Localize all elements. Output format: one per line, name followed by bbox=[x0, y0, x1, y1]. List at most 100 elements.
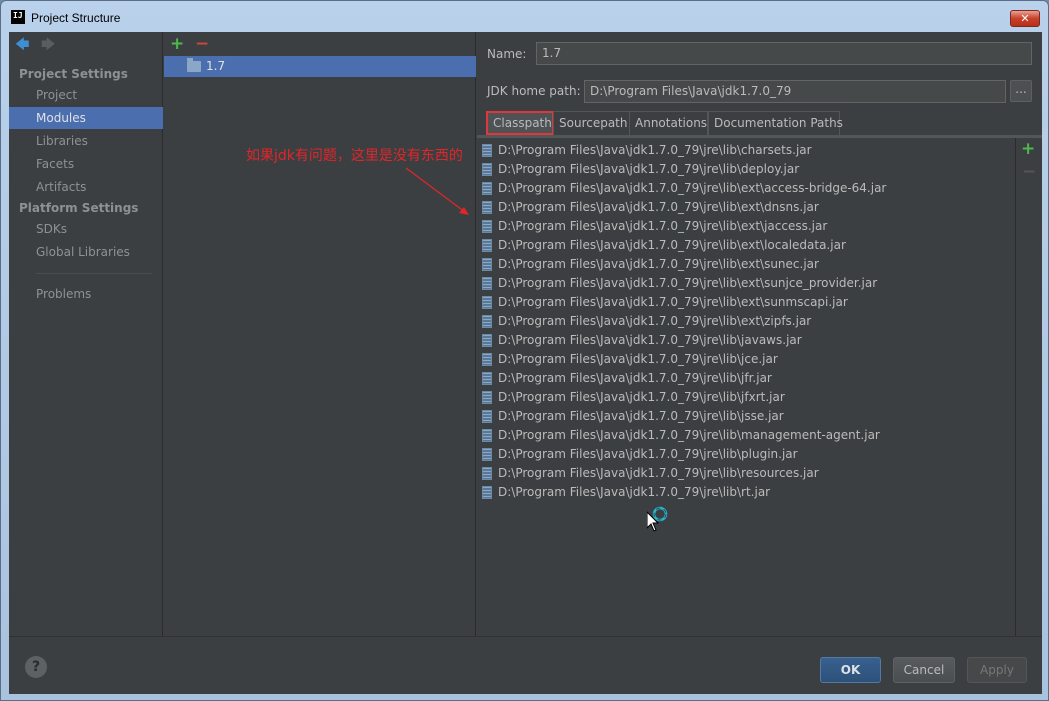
sidebar-item-project[interactable]: Project bbox=[9, 84, 163, 106]
platform-settings-heading: Platform Settings bbox=[19, 201, 139, 215]
close-button[interactable]: ✕ bbox=[1010, 10, 1040, 27]
jar-file-icon bbox=[482, 372, 492, 385]
jar-file-icon bbox=[482, 334, 492, 347]
jar-file-icon bbox=[482, 258, 492, 271]
jar-file-icon bbox=[482, 201, 492, 214]
tab-classpath[interactable]: Classpath bbox=[486, 111, 554, 135]
remove-classpath-icon[interactable]: − bbox=[1022, 162, 1036, 182]
tree-item-label: 1.7 bbox=[206, 59, 226, 73]
classpath-row[interactable]: D:\Program Files\Java\jdk1.7.0_79\jre\li… bbox=[477, 407, 1016, 426]
classpath-row[interactable]: D:\Program Files\Java\jdk1.7.0_79\jre\li… bbox=[477, 236, 1016, 255]
classpath-entry-label: D:\Program Files\Java\jdk1.7.0_79\jre\li… bbox=[498, 428, 880, 442]
classpath-row[interactable]: D:\Program Files\Java\jdk1.7.0_79\jre\li… bbox=[477, 198, 1016, 217]
name-field[interactable]: 1.7 bbox=[536, 42, 1032, 65]
jdk-home-label: JDK home path: bbox=[487, 84, 581, 98]
classpath-row[interactable]: D:\Program Files\Java\jdk1.7.0_79\jre\li… bbox=[477, 179, 1016, 198]
tree-item-jdk[interactable]: 1.7 bbox=[164, 56, 476, 77]
classpath-entry-label: D:\Program Files\Java\jdk1.7.0_79\jre\li… bbox=[498, 238, 846, 252]
classpath-row[interactable]: D:\Program Files\Java\jdk1.7.0_79\jre\li… bbox=[477, 217, 1016, 236]
dialog-footer: ? OK Cancel Apply bbox=[9, 636, 1042, 694]
classpath-entry-label: D:\Program Files\Java\jdk1.7.0_79\jre\li… bbox=[498, 314, 812, 328]
folder-icon bbox=[187, 58, 201, 72]
classpath-row[interactable]: D:\Program Files\Java\jdk1.7.0_79\jre\li… bbox=[477, 350, 1016, 369]
jdk-home-field[interactable]: D:\Program Files\Java\jdk1.7.0_79 bbox=[584, 80, 1006, 103]
classpath-row[interactable]: D:\Program Files\Java\jdk1.7.0_79\jre\li… bbox=[477, 160, 1016, 179]
jar-file-icon bbox=[482, 429, 492, 442]
ok-button[interactable]: OK bbox=[820, 657, 881, 683]
classpath-entry-label: D:\Program Files\Java\jdk1.7.0_79\jre\li… bbox=[498, 371, 772, 385]
jar-file-icon bbox=[482, 182, 492, 195]
jar-file-icon bbox=[482, 296, 492, 309]
jar-file-icon bbox=[482, 467, 492, 480]
classpath-row[interactable]: D:\Program Files\Java\jdk1.7.0_79\jre\li… bbox=[477, 293, 1016, 312]
classpath-entry-label: D:\Program Files\Java\jdk1.7.0_79\jre\li… bbox=[498, 219, 828, 233]
sidebar-item-problems[interactable]: Problems bbox=[9, 283, 163, 305]
classpath-entry-label: D:\Program Files\Java\jdk1.7.0_79\jre\li… bbox=[498, 295, 848, 309]
classpath-row[interactable]: D:\Program Files\Java\jdk1.7.0_79\jre\li… bbox=[477, 426, 1016, 445]
classpath-entry-label: D:\Program Files\Java\jdk1.7.0_79\jre\li… bbox=[498, 352, 778, 366]
classpath-entry-label: D:\Program Files\Java\jdk1.7.0_79\jre\li… bbox=[498, 390, 785, 404]
help-button[interactable]: ? bbox=[25, 656, 47, 678]
classpath-entry-label: D:\Program Files\Java\jdk1.7.0_79\jre\li… bbox=[498, 257, 819, 271]
busy-cursor-icon bbox=[647, 506, 668, 532]
tab-sourcepath[interactable]: Sourcepath bbox=[553, 111, 630, 135]
jar-file-icon bbox=[482, 391, 492, 404]
jar-file-icon bbox=[482, 239, 492, 252]
project-structure-window: IJ Project Structure ✕ 🡄 🡆 Project Setti… bbox=[0, 0, 1049, 701]
sidebar-item-modules[interactable]: Modules bbox=[9, 107, 163, 129]
jar-file-icon bbox=[482, 163, 492, 176]
jar-file-icon bbox=[482, 448, 492, 461]
jar-file-icon bbox=[482, 277, 492, 290]
classpath-row[interactable]: D:\Program Files\Java\jdk1.7.0_79\jre\li… bbox=[477, 445, 1016, 464]
forward-arrow-icon[interactable]: 🡆 bbox=[41, 38, 55, 52]
jar-file-icon bbox=[482, 410, 492, 423]
jar-file-icon bbox=[482, 353, 492, 366]
sidebar-item-facets[interactable]: Facets bbox=[9, 153, 163, 175]
add-sdk-icon[interactable]: + bbox=[170, 34, 184, 54]
sidebar-item-artifacts[interactable]: Artifacts bbox=[9, 176, 163, 198]
back-arrow-icon[interactable]: 🡄 bbox=[15, 38, 29, 52]
classpath-entry-label: D:\Program Files\Java\jdk1.7.0_79\jre\li… bbox=[498, 447, 798, 461]
window-title: Project Structure bbox=[31, 11, 121, 25]
classpath-row[interactable]: D:\Program Files\Java\jdk1.7.0_79\jre\li… bbox=[477, 255, 1016, 274]
classpath-row[interactable]: D:\Program Files\Java\jdk1.7.0_79\jre\li… bbox=[477, 369, 1016, 388]
sdk-detail-panel: Name: 1.7 JDK home path: D:\Program File… bbox=[477, 32, 1042, 636]
classpath-row[interactable]: D:\Program Files\Java\jdk1.7.0_79\jre\li… bbox=[477, 388, 1016, 407]
project-settings-heading: Project Settings bbox=[19, 67, 128, 81]
classpath-entry-label: D:\Program Files\Java\jdk1.7.0_79\jre\li… bbox=[498, 200, 819, 214]
classpath-entry-label: D:\Program Files\Java\jdk1.7.0_79\jre\li… bbox=[498, 333, 802, 347]
tab-documentation-paths[interactable]: Documentation Paths bbox=[708, 111, 843, 135]
sdk-tree-panel: + − 1.7 bbox=[164, 32, 476, 636]
annotation-arrow bbox=[405, 167, 469, 215]
classpath-entry-label: D:\Program Files\Java\jdk1.7.0_79\jre\li… bbox=[498, 162, 800, 176]
cancel-button[interactable]: Cancel bbox=[893, 657, 955, 683]
sidebar-item-global-libraries[interactable]: Global Libraries bbox=[9, 241, 163, 263]
classpath-entry-label: D:\Program Files\Java\jdk1.7.0_79\jre\li… bbox=[498, 143, 812, 157]
browse-button[interactable]: ... bbox=[1010, 80, 1032, 102]
sidebar-item-libraries[interactable]: Libraries bbox=[9, 130, 163, 152]
title-bar[interactable]: IJ Project Structure ✕ bbox=[1, 1, 1048, 33]
jar-file-icon bbox=[482, 220, 492, 233]
jar-file-icon bbox=[482, 486, 492, 499]
add-classpath-icon[interactable]: + bbox=[1021, 139, 1035, 159]
classpath-row[interactable]: D:\Program Files\Java\jdk1.7.0_79\jre\li… bbox=[477, 331, 1016, 350]
classpath-row[interactable]: D:\Program Files\Java\jdk1.7.0_79\jre\li… bbox=[477, 141, 1016, 160]
jar-file-icon bbox=[482, 144, 492, 157]
classpath-row[interactable]: D:\Program Files\Java\jdk1.7.0_79\jre\li… bbox=[477, 464, 1016, 483]
classpath-entry-label: D:\Program Files\Java\jdk1.7.0_79\jre\li… bbox=[498, 181, 887, 195]
tab-annotations[interactable]: Annotations bbox=[629, 111, 708, 135]
classpath-row[interactable]: D:\Program Files\Java\jdk1.7.0_79\jre\li… bbox=[477, 274, 1016, 293]
remove-sdk-icon[interactable]: − bbox=[195, 34, 209, 54]
classpath-entry-label: D:\Program Files\Java\jdk1.7.0_79\jre\li… bbox=[498, 409, 784, 423]
dialog-body: 🡄 🡆 Project Settings Project Modules Lib… bbox=[9, 32, 1042, 694]
apply-button[interactable]: Apply bbox=[967, 657, 1027, 683]
classpath-row[interactable]: D:\Program Files\Java\jdk1.7.0_79\jre\li… bbox=[477, 312, 1016, 331]
settings-sidebar: 🡄 🡆 Project Settings Project Modules Lib… bbox=[9, 32, 163, 636]
sidebar-divider bbox=[36, 273, 152, 274]
classpath-entry-label: D:\Program Files\Java\jdk1.7.0_79\jre\li… bbox=[498, 466, 819, 480]
sidebar-item-sdks[interactable]: SDKs bbox=[9, 218, 163, 240]
classpath-entry-label: D:\Program Files\Java\jdk1.7.0_79\jre\li… bbox=[498, 276, 878, 290]
classpath-row[interactable]: D:\Program Files\Java\jdk1.7.0_79\jre\li… bbox=[477, 483, 1016, 502]
jar-file-icon bbox=[482, 315, 492, 328]
classpath-list[interactable]: D:\Program Files\Java\jdk1.7.0_79\jre\li… bbox=[477, 138, 1016, 636]
